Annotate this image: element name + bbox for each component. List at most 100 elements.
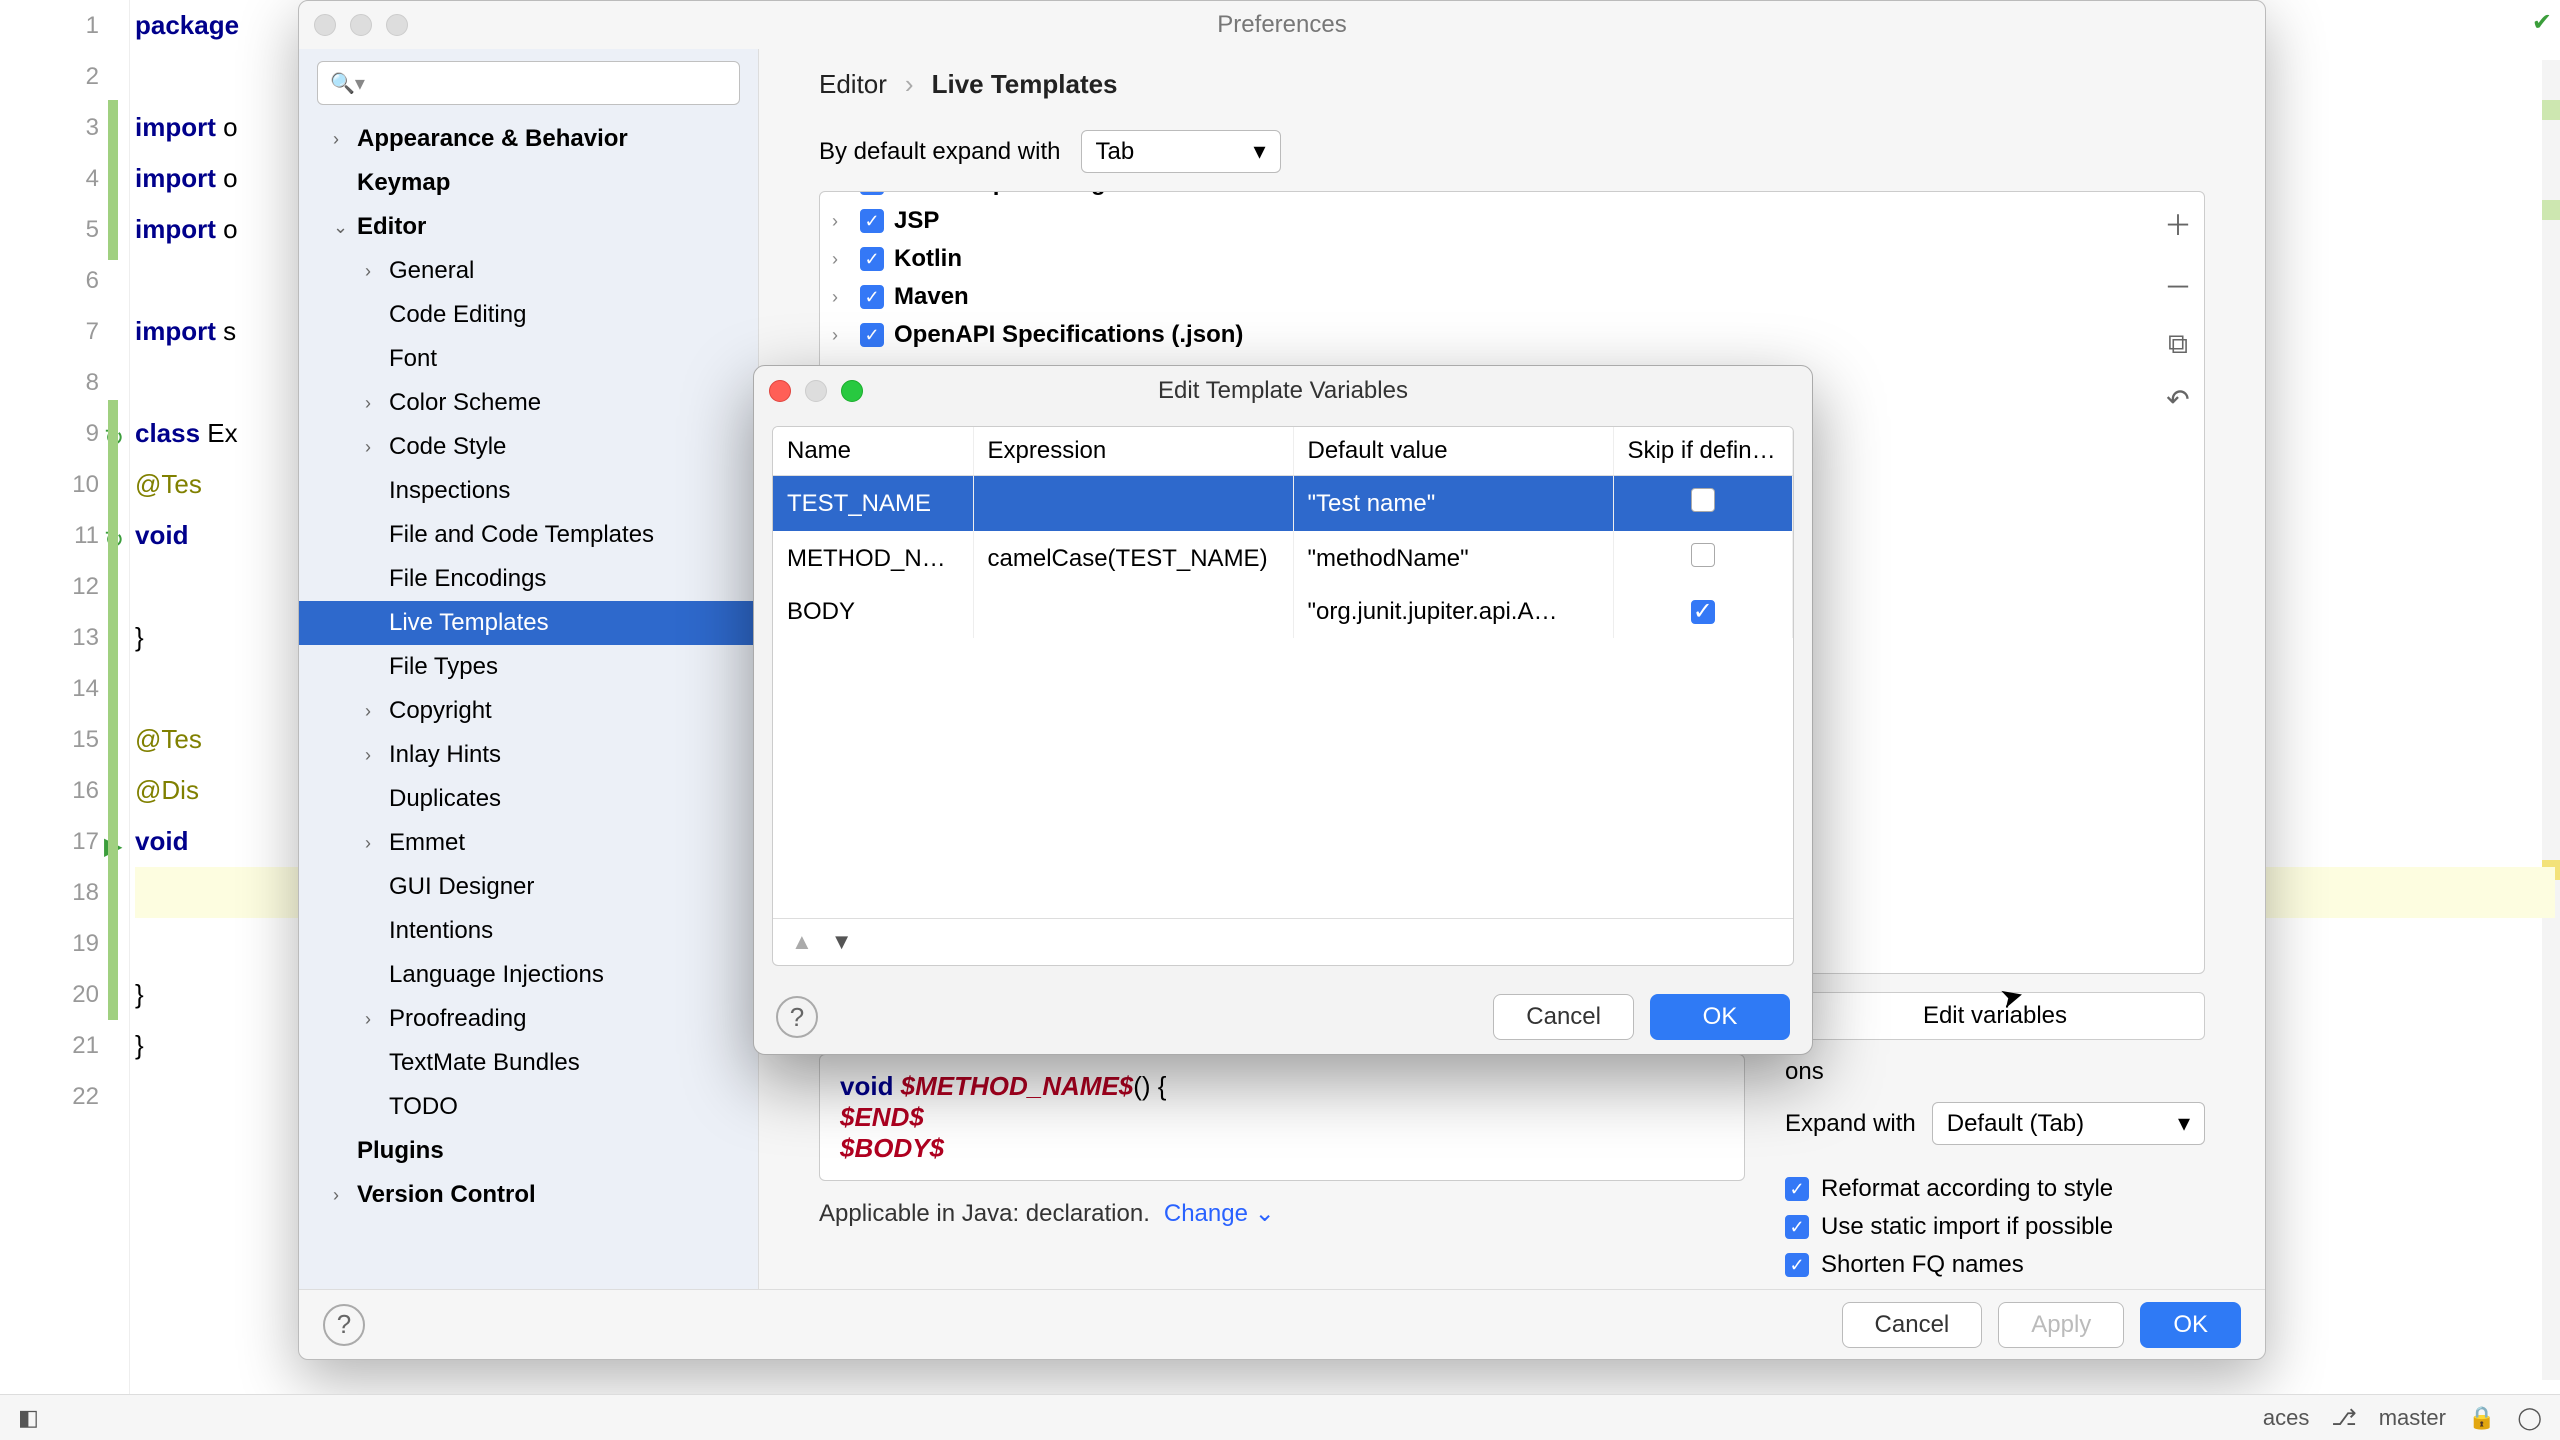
- sidebar-item[interactable]: Live Templates: [299, 601, 758, 645]
- checkbox-icon[interactable]: ✓: [860, 209, 884, 233]
- sidebar-item[interactable]: TODO: [299, 1085, 758, 1129]
- table-row[interactable]: TEST_NAME "Test name": [773, 476, 1793, 532]
- col-default[interactable]: Default value: [1293, 427, 1613, 476]
- apply-button[interactable]: Apply: [1998, 1302, 2124, 1348]
- close-icon[interactable]: [769, 380, 791, 402]
- expand-with-template-select[interactable]: Default (Tab) ▾: [1932, 1102, 2205, 1145]
- cell-expression[interactable]: [973, 476, 1293, 532]
- cell-skip[interactable]: [1613, 476, 1793, 532]
- sidebar-item[interactable]: File Encodings: [299, 557, 758, 601]
- template-group[interactable]: ›✓Kotlin: [832, 240, 2144, 278]
- checkbox-icon[interactable]: ✓: [1691, 600, 1715, 624]
- template-group[interactable]: ›✓JavaScript Testing: [832, 191, 2144, 202]
- option-static-import[interactable]: ✓Use static import if possible: [1785, 1213, 2205, 1241]
- cell-name[interactable]: TEST_NAME: [773, 476, 973, 532]
- minimize-icon[interactable]: [350, 14, 372, 36]
- checkbox-icon[interactable]: ✓: [860, 191, 884, 195]
- cancel-button[interactable]: Cancel: [1842, 1302, 1983, 1348]
- sidebar-item[interactable]: Code Editing: [299, 293, 758, 337]
- sidebar-item[interactable]: Plugins: [299, 1129, 758, 1173]
- col-name[interactable]: Name: [773, 427, 973, 476]
- variables-table[interactable]: Name Expression Default value Skip if de…: [773, 427, 1793, 638]
- template-group[interactable]: ›✓JSP: [832, 202, 2144, 240]
- sidebar-item[interactable]: ›General: [299, 249, 758, 293]
- sidebar-item[interactable]: ›Proofreading: [299, 997, 758, 1041]
- ok-button[interactable]: OK: [1650, 994, 1790, 1040]
- cell-skip[interactable]: [1613, 531, 1793, 586]
- table-row[interactable]: BODY "org.junit.jupiter.api.A… ✓: [773, 586, 1793, 638]
- zoom-icon[interactable]: [841, 380, 863, 402]
- sidebar-item[interactable]: ⌄Editor: [299, 205, 758, 249]
- move-up-icon[interactable]: ▲: [791, 929, 813, 955]
- sidebar-item[interactable]: ›Version Control: [299, 1173, 758, 1217]
- cell-expression[interactable]: [973, 586, 1293, 638]
- cell-name[interactable]: BODY: [773, 586, 973, 638]
- cell-default[interactable]: "org.junit.jupiter.api.A…: [1293, 586, 1613, 638]
- sidebar-item[interactable]: ›Copyright: [299, 689, 758, 733]
- move-down-icon[interactable]: ▼: [831, 929, 853, 955]
- help-button[interactable]: ?: [323, 1304, 365, 1346]
- search-icon[interactable]: ◯: [2517, 1405, 2542, 1431]
- sidebar-item[interactable]: ›Appearance & Behavior: [299, 117, 758, 161]
- status-branch[interactable]: master: [2379, 1405, 2446, 1431]
- sidebar-item-label: TODO: [389, 1093, 458, 1121]
- sidebar-item[interactable]: Intentions: [299, 909, 758, 953]
- ok-button[interactable]: OK: [2140, 1302, 2241, 1348]
- sidebar-item[interactable]: ›Color Scheme: [299, 381, 758, 425]
- sidebar-item[interactable]: GUI Designer: [299, 865, 758, 909]
- checkbox-icon[interactable]: [1691, 488, 1715, 512]
- sidebar-item[interactable]: Inspections: [299, 469, 758, 513]
- duplicate-icon[interactable]: ⧉: [2168, 328, 2188, 361]
- checkbox-icon[interactable]: ✓: [860, 247, 884, 271]
- sidebar-item[interactable]: Font: [299, 337, 758, 381]
- option-reformat[interactable]: ✓Reformat according to style: [1785, 1175, 2205, 1203]
- status-spaces[interactable]: aces: [2263, 1405, 2309, 1431]
- sidebar-item[interactable]: ›Inlay Hints: [299, 733, 758, 777]
- change-link[interactable]: Change ⌄: [1164, 1199, 1275, 1228]
- sidebar-item-label: Font: [389, 345, 437, 373]
- cell-default[interactable]: "methodName": [1293, 531, 1613, 586]
- cell-expression[interactable]: camelCase(TEST_NAME): [973, 531, 1293, 586]
- etv-titlebar[interactable]: Edit Template Variables: [754, 366, 1812, 416]
- sidebar-item[interactable]: Duplicates: [299, 777, 758, 821]
- template-text[interactable]: void $METHOD_NAME$() { $END$ $BODY$: [819, 1054, 1745, 1181]
- preferences-tree[interactable]: ›Appearance & Behavior Keymap ⌄Editor›Gene…: [299, 117, 758, 1289]
- checkbox-icon[interactable]: [1691, 543, 1715, 567]
- close-icon[interactable]: [314, 14, 336, 36]
- col-skip[interactable]: Skip if defin…: [1613, 427, 1793, 476]
- zoom-icon[interactable]: [386, 14, 408, 36]
- sidebar-item[interactable]: Keymap: [299, 161, 758, 205]
- preferences-search[interactable]: 🔍▾: [317, 61, 740, 105]
- line-number: 11: [74, 522, 99, 550]
- code-token: class: [135, 418, 207, 449]
- sidebar-item[interactable]: File Types: [299, 645, 758, 689]
- tool-window-icon[interactable]: ◧: [18, 1405, 39, 1431]
- preferences-titlebar[interactable]: Preferences: [299, 1, 2265, 49]
- revert-icon[interactable]: ↶: [2166, 383, 2189, 416]
- minimize-icon[interactable]: [805, 380, 827, 402]
- sidebar-item[interactable]: ›Code Style: [299, 425, 758, 469]
- lock-icon[interactable]: 🔒: [2468, 1405, 2495, 1431]
- help-button[interactable]: ?: [776, 996, 818, 1038]
- expand-with-select[interactable]: Tab ▾: [1081, 130, 1281, 173]
- cell-default[interactable]: "Test name": [1293, 476, 1613, 532]
- sidebar-item[interactable]: File and Code Templates: [299, 513, 758, 557]
- cell-name[interactable]: METHOD_N…: [773, 531, 973, 586]
- templates-list[interactable]: ›✓JavaScript Testing›✓JSP›✓Kotlin›✓Maven…: [832, 191, 2144, 354]
- sidebar-item[interactable]: ›Emmet: [299, 821, 758, 865]
- add-icon[interactable]: ＋: [2164, 204, 2192, 244]
- template-group[interactable]: ›✓Maven: [832, 278, 2144, 316]
- edit-variables-button[interactable]: Edit variables: [1785, 992, 2205, 1040]
- cell-skip[interactable]: ✓: [1613, 586, 1793, 638]
- cancel-button[interactable]: Cancel: [1493, 994, 1634, 1040]
- template-group[interactable]: ›✓OpenAPI Specifications (.json): [832, 316, 2144, 354]
- option-shorten-fq[interactable]: ✓Shorten FQ names: [1785, 1251, 2205, 1279]
- col-expression[interactable]: Expression: [973, 427, 1293, 476]
- sidebar-item-label: Keymap: [357, 169, 450, 197]
- checkbox-icon[interactable]: ✓: [860, 285, 884, 309]
- table-row[interactable]: METHOD_N…camelCase(TEST_NAME)"methodName…: [773, 531, 1793, 586]
- sidebar-item[interactable]: TextMate Bundles: [299, 1041, 758, 1085]
- sidebar-item[interactable]: Language Injections: [299, 953, 758, 997]
- checkbox-icon[interactable]: ✓: [860, 323, 884, 347]
- remove-icon[interactable]: －: [2164, 266, 2192, 306]
